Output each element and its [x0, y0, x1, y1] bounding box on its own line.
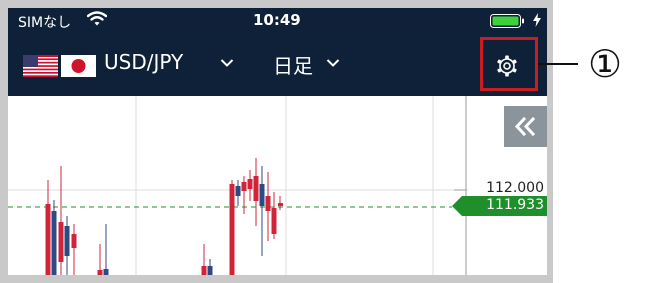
callout-number-marker: ① — [587, 42, 623, 86]
clock: 10:49 — [253, 11, 301, 29]
candle — [103, 224, 109, 275]
timeframe-label: 日足 — [273, 54, 313, 78]
candle — [64, 216, 70, 275]
double-chevron-left-icon — [514, 116, 536, 137]
candle — [265, 172, 271, 241]
collapse-panel-button[interactable] — [504, 106, 547, 147]
jp-flag-icon — [61, 55, 96, 77]
wifi-icon — [87, 11, 107, 26]
chevron-down-icon — [326, 59, 340, 67]
candle — [207, 259, 213, 275]
candle — [259, 166, 265, 256]
settings-highlight-box — [480, 37, 538, 91]
candles — [45, 158, 283, 275]
app-header: USD/JPY 日足 — [8, 34, 547, 96]
carrier-label: SIMなし — [18, 15, 72, 31]
current-price-label: 111.933 — [486, 197, 544, 213]
charging-bolt-icon — [533, 13, 541, 27]
us-flag-icon — [23, 55, 58, 77]
candle — [45, 180, 51, 275]
candle — [253, 158, 259, 226]
candle — [278, 196, 283, 210]
candle — [229, 180, 235, 275]
battery-icon — [490, 14, 524, 28]
price-axis-label: 112.000 — [486, 180, 544, 196]
candle — [97, 244, 103, 275]
candle — [71, 224, 77, 275]
candle — [271, 192, 277, 239]
candle — [51, 200, 57, 275]
status-bar: SIMなし 10:49 — [8, 8, 547, 34]
candle — [235, 180, 241, 206]
candle — [241, 176, 247, 214]
candle — [201, 244, 207, 275]
currency-pair-label: USD/JPY — [104, 50, 184, 74]
phone-screen: SIMなし 10:49 USD/JPY 日足 112.000 111.933 — [0, 0, 553, 283]
current-price-tag: 111.933 — [452, 196, 547, 216]
candle — [58, 166, 64, 275]
candlestick-chart[interactable]: 112.000 111.933 — [8, 96, 547, 275]
callout-leader-line — [538, 63, 578, 65]
candle — [247, 170, 253, 201]
chevron-down-icon — [220, 59, 234, 67]
